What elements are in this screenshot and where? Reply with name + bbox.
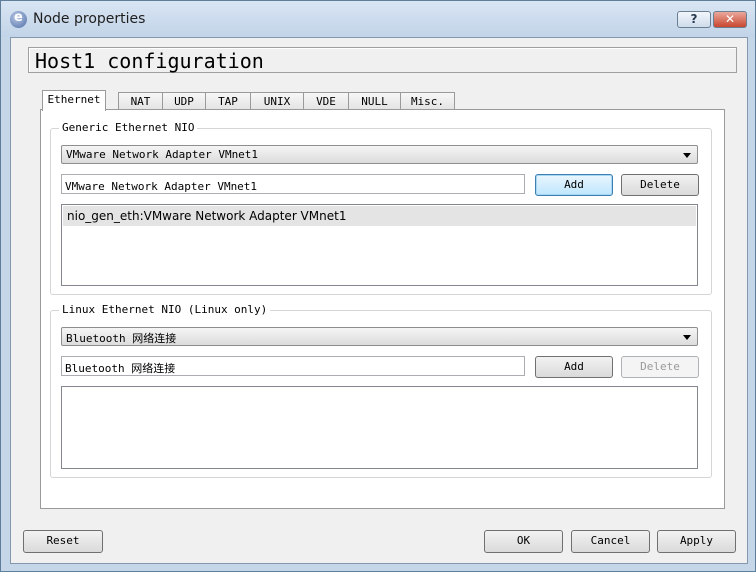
- tab-ethernet[interactable]: Ethernet: [42, 90, 106, 111]
- linux-nio-title: Linux Ethernet NIO (Linux only): [59, 303, 271, 316]
- linux-add-button[interactable]: Add: [535, 356, 613, 378]
- config-header: Host1 configuration: [28, 47, 737, 73]
- linux-adapter-input[interactable]: [65, 360, 521, 376]
- generic-nio-list[interactable]: nio_gen_eth:VMware Network Adapter VMnet…: [61, 204, 698, 286]
- tab-vde[interactable]: VDE: [303, 92, 349, 110]
- page-title: Host1 configuration: [35, 49, 264, 73]
- tab-null[interactable]: NULL: [348, 92, 401, 110]
- generic-nio-title: Generic Ethernet NIO: [59, 121, 198, 134]
- generic-nio-group: Generic Ethernet NIO VMware Network Adap…: [50, 121, 712, 295]
- linux-nio-group: Linux Ethernet NIO (Linux only) Bluetoot…: [50, 303, 712, 478]
- tab-misc[interactable]: Misc.: [400, 92, 455, 110]
- linux-nio-list[interactable]: [61, 386, 698, 469]
- apply-button[interactable]: Apply: [657, 530, 736, 553]
- tab-tap[interactable]: TAP: [205, 92, 251, 110]
- title-bar[interactable]: Node properties ? ✕: [1, 1, 755, 37]
- close-button[interactable]: ✕: [713, 11, 747, 28]
- dropdown-arrow-icon: [683, 153, 691, 158]
- linux-adapter-select[interactable]: Bluetooth 网络连接: [61, 327, 698, 346]
- help-button[interactable]: ?: [677, 11, 711, 28]
- window-title: Node properties: [33, 11, 146, 27]
- app-icon: [10, 10, 27, 28]
- generic-adapter-field[interactable]: [61, 174, 525, 195]
- cancel-button[interactable]: Cancel: [571, 530, 650, 553]
- linux-delete-button: Delete: [621, 356, 699, 378]
- linux-adapter-value: Bluetooth 网络连接: [66, 332, 177, 345]
- ok-button[interactable]: OK: [484, 530, 563, 553]
- generic-add-button[interactable]: Add: [535, 174, 613, 196]
- reset-button[interactable]: Reset: [23, 530, 103, 553]
- ethernet-tab-panel: Generic Ethernet NIO VMware Network Adap…: [40, 109, 725, 509]
- list-item[interactable]: nio_gen_eth:VMware Network Adapter VMnet…: [63, 206, 696, 226]
- tab-udp[interactable]: UDP: [162, 92, 206, 110]
- generic-adapter-input[interactable]: [65, 178, 521, 195]
- generic-adapter-select[interactable]: VMware Network Adapter VMnet1: [61, 145, 698, 164]
- tab-unix[interactable]: UNIX: [250, 92, 304, 110]
- tab-nat[interactable]: NAT: [118, 92, 163, 110]
- dropdown-arrow-icon: [683, 335, 691, 340]
- node-properties-window: Node properties ? ✕ Host1 configuration …: [0, 0, 756, 572]
- dialog-body: Host1 configuration Ethernet NAT UDP TAP…: [10, 37, 748, 564]
- generic-delete-button[interactable]: Delete: [621, 174, 699, 196]
- linux-adapter-field[interactable]: [61, 356, 525, 376]
- generic-adapter-value: VMware Network Adapter VMnet1: [66, 148, 259, 161]
